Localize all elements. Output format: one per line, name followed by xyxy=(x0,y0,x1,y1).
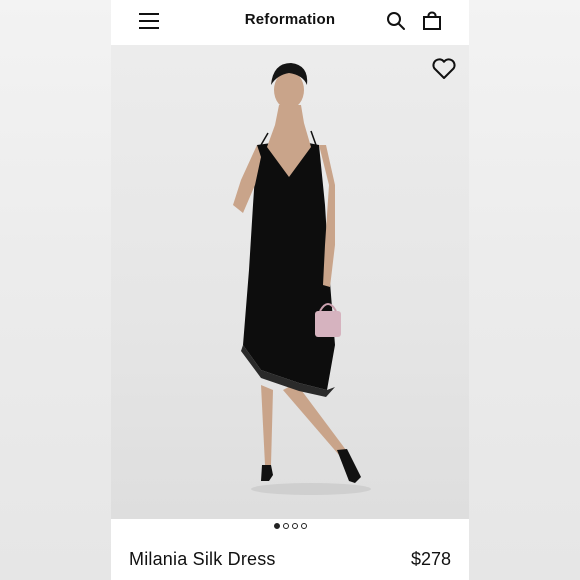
heart-icon[interactable] xyxy=(431,57,457,81)
brand-logo[interactable]: Reformation xyxy=(111,11,469,28)
product-name: Milania Silk Dress xyxy=(129,549,276,569)
left-backdrop xyxy=(0,0,111,580)
product-image[interactable] xyxy=(111,45,469,519)
right-backdrop xyxy=(469,0,580,580)
product-price: $278 xyxy=(410,549,451,569)
product-page: Reformation Milania Silk Dress $278 xyxy=(111,0,469,580)
carousel-indicator xyxy=(111,523,469,535)
top-nav: Reformation xyxy=(111,0,469,45)
model-photo xyxy=(233,63,371,495)
carousel-dot-4[interactable] xyxy=(300,523,307,529)
shopping-bag-icon[interactable] xyxy=(422,11,442,31)
search-icon[interactable] xyxy=(386,11,406,31)
carousel-dot-1[interactable] xyxy=(273,523,280,529)
carousel-dot-3[interactable] xyxy=(291,523,298,529)
carousel-dot-2[interactable] xyxy=(282,523,289,529)
